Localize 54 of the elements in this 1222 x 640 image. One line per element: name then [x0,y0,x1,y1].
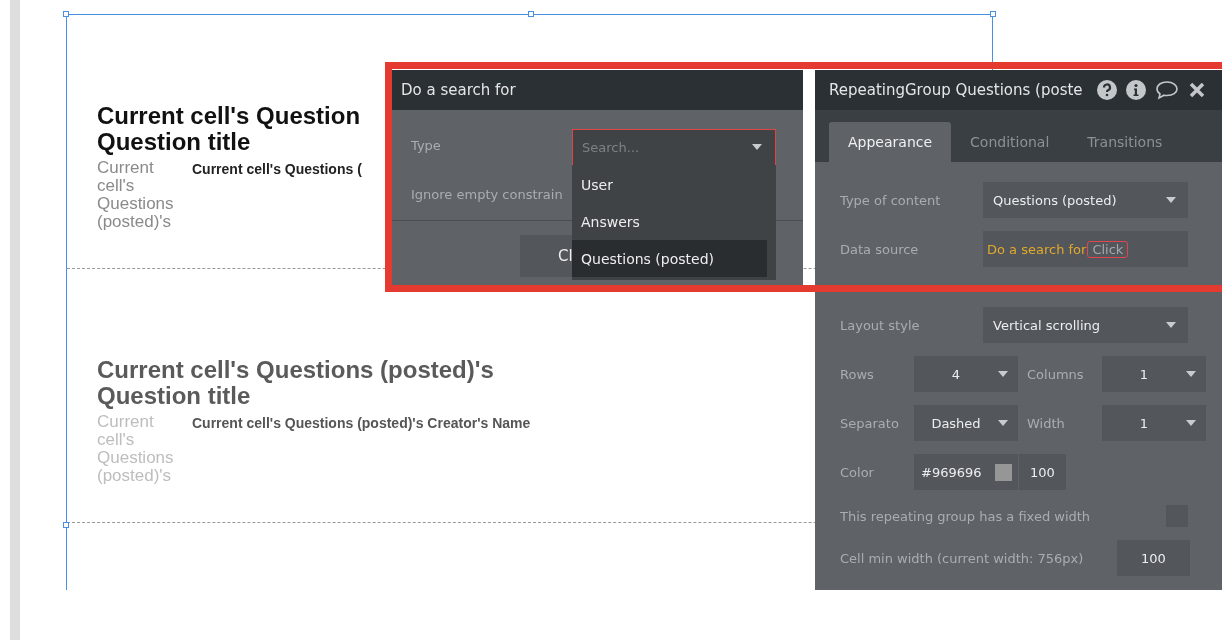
caret-icon [998,420,1008,426]
caret-icon [998,371,1008,377]
creator-name: Current cell's Questions (posted)'s Creator's Name [192,415,531,433]
cell-subtitle: Current cell's Questions (posted)'s [97,413,175,485]
property-label: Cell min width (current width: 756px) [840,550,1084,566]
select-field[interactable]: 4 [914,356,1018,392]
type-search-field[interactable]: Search... [572,129,776,165]
cell-subtitle: Current cell's Questions (posted)'s [97,159,175,231]
comment-icon[interactable] [1154,80,1179,100]
property-label: Width [1027,415,1066,431]
info-icon[interactable] [1125,80,1146,100]
tab[interactable]: Transitions [1068,122,1182,162]
caret-icon [1186,420,1196,426]
caret-icon [752,144,762,150]
close-button[interactable]: Cl [520,235,572,277]
dropdown-option[interactable]: Answers [572,203,767,240]
number-field[interactable]: 100 [1117,540,1190,576]
property-label: This repeating group has a fixed width [840,508,1091,524]
property-label: Data source [840,241,919,257]
caret-icon [1186,371,1196,377]
property-label: Columns [1027,366,1085,382]
select-field[interactable]: Questions (posted) [983,182,1188,218]
resize-handle[interactable] [63,522,69,528]
select-field[interactable]: Vertical scrolling [983,307,1188,343]
caret-icon [1166,322,1176,328]
tab[interactable]: Appearance [829,122,952,162]
creator-name: Current cell's Questions ( [192,161,362,179]
dropdown-option[interactable]: User [572,166,767,203]
type-label: Type [411,138,441,153]
opacity-field[interactable]: 100 [1019,454,1066,490]
property-label: Separato [840,415,900,431]
property-label: Layout style [840,317,920,333]
resize-handle[interactable] [528,11,534,17]
property-label: Type of content [840,192,941,208]
cell-title: Current cell's Questions (posted)'s Question title [97,357,494,409]
help-icon[interactable] [1096,80,1117,100]
caret-icon [1166,197,1176,203]
resize-handle[interactable] [990,11,996,17]
tab[interactable]: Conditional [951,122,1069,162]
ignore-label: Ignore empty constrain [411,187,563,202]
select-field[interactable]: Dashed [914,405,1018,441]
panel-title: RepeatingGroup Questions (poste [829,81,1083,99]
property-label: Rows [840,366,875,382]
cell-title: Current cell's Question Question title [97,103,361,155]
resize-handle[interactable] [63,11,69,17]
dropdown-option[interactable]: Questions (posted) [572,240,767,277]
select-field[interactable]: 1 [1102,356,1206,392]
property-label: Color [840,464,875,480]
select-field[interactable]: 1 [1102,405,1206,441]
close-icon[interactable] [1187,81,1206,99]
color-field[interactable]: #969696 [914,454,1018,490]
popup-title: Do a search for [401,81,516,99]
color-swatch[interactable] [995,463,1012,481]
data-source-field[interactable]: Do a search for Click [983,231,1188,267]
